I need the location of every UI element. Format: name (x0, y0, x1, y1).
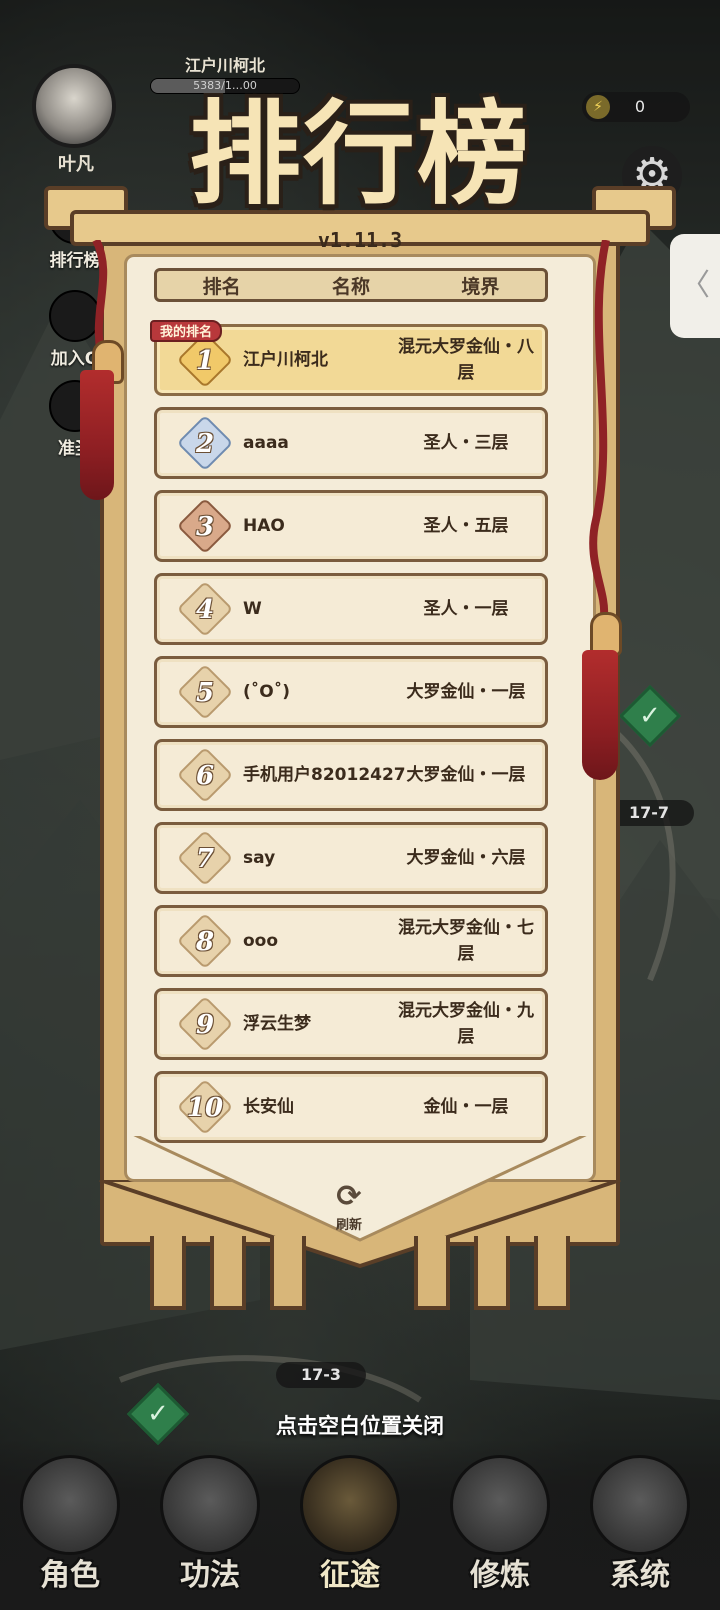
column-header-name: 名称 (331, 275, 370, 298)
player-name: 长安仙 (243, 1097, 294, 1117)
refresh-label: 刷新 (335, 1218, 362, 1233)
rank-number: 8 (195, 927, 215, 957)
table-row[interactable]: 6 手机用户82012427 大罗金仙・一层 (154, 739, 548, 811)
tassel-right (582, 650, 618, 780)
player-name: aaaa (243, 433, 289, 453)
energy-value: 0 (634, 97, 646, 116)
rope-right (589, 240, 610, 616)
rank-number: 3 (195, 512, 215, 542)
player-name: ooo (243, 931, 279, 951)
refresh-icon: ⟳ (336, 1179, 362, 1214)
table-row[interactable]: 8 ooo 混元大罗金仙・七层 (154, 905, 548, 977)
player-realm: 大罗金仙・一层 (406, 765, 526, 785)
nav-cultivate-label: 修炼 (470, 1558, 530, 1593)
rank-number: 7 (195, 844, 215, 874)
nav-character[interactable]: 角色 (0, 1445, 140, 1610)
table-header: 排名 名称 境界 (154, 268, 548, 302)
player-realm: 混元大罗金仙・九层 (398, 1001, 534, 1047)
nav-skills[interactable]: 功法 (140, 1445, 280, 1610)
refresh-button[interactable]: ⟳ 刷新 (326, 1179, 372, 1234)
player-realm: 混元大罗金仙・七层 (398, 918, 534, 964)
rank-number: 10 (186, 1093, 224, 1123)
nav-system-label: 系统 (610, 1558, 670, 1593)
player-realm: 大罗金仙・六层 (406, 848, 526, 868)
player-name: HAO (243, 516, 285, 536)
player-realm: 圣人・三层 (423, 433, 509, 453)
player-name: 手机用户82012427 (243, 765, 406, 785)
rank-number: 5 (195, 678, 215, 708)
sword-icon (300, 1455, 400, 1555)
player-realm: 大罗金仙・一层 (406, 682, 526, 702)
lightning-icon: ⚡ (586, 95, 610, 119)
player-label: 叶凡 (58, 154, 94, 175)
table-row[interactable]: 3 HAO 圣人・五层 (154, 490, 548, 562)
player-name: W (243, 599, 262, 619)
player-name: (˚O˚) (243, 682, 290, 702)
player-realm: 金仙・一层 (423, 1097, 509, 1117)
table-row[interactable]: 7 say 大罗金仙・六层 (154, 822, 548, 894)
rank-number: 6 (195, 761, 215, 791)
nav-journey-label: 征途 (320, 1558, 380, 1593)
player-realm: 圣人・五层 (423, 516, 509, 536)
player-realm: 圣人・一层 (423, 599, 509, 619)
player-name: say (243, 848, 276, 868)
nav-character-label: 角色 (40, 1558, 100, 1593)
version-label: v1.11.3 (317, 228, 403, 252)
rank-number: 4 (195, 595, 215, 625)
nav-system[interactable]: 系统 (570, 1445, 710, 1610)
account-name: 江户川柯北 (184, 56, 265, 75)
table-row[interactable]: 9 浮云生梦 混元大罗金仙・九层 (154, 988, 548, 1060)
leaderboard-title: 排行榜 (189, 89, 531, 220)
column-header-realm: 境界 (461, 275, 500, 298)
book-icon (160, 1455, 260, 1555)
tassel-left (80, 370, 114, 500)
table-row[interactable]: 4 W 圣人・一层 (154, 573, 548, 645)
meditation-icon (450, 1455, 550, 1555)
rank-number: 1 (195, 346, 215, 376)
player-avatar[interactable] (32, 64, 116, 148)
nav-journey[interactable]: 征途 (280, 1445, 420, 1610)
player-name: 浮云生梦 (243, 1014, 311, 1034)
table-row[interactable]: 2 aaaa 圣人・三层 (154, 407, 548, 479)
table-row[interactable]: 5 (˚O˚) 大罗金仙・一层 (154, 656, 548, 728)
player-realm: 混元大罗金仙・八层 (398, 337, 534, 383)
nav-skills-label: 功法 (180, 1558, 240, 1593)
my-rank-tag: 我的排名 (150, 320, 223, 342)
side-drawer-tab[interactable]: 〈 (670, 234, 720, 338)
column-header-rank: 排名 (202, 275, 241, 298)
player-name: 江户川柯北 (243, 350, 328, 370)
table-row[interactable]: 10 长安仙 金仙・一层 (154, 1071, 548, 1143)
close-hint: 点击空白位置关闭 (276, 1413, 444, 1438)
character-icon (20, 1455, 120, 1555)
mascot-icon (590, 1455, 690, 1555)
rank-number: 9 (195, 1010, 215, 1040)
rank-number: 2 (195, 429, 215, 459)
stage-label-17-3[interactable]: 17-3 (276, 1362, 366, 1388)
nav-cultivate[interactable]: 修炼 (430, 1445, 570, 1610)
